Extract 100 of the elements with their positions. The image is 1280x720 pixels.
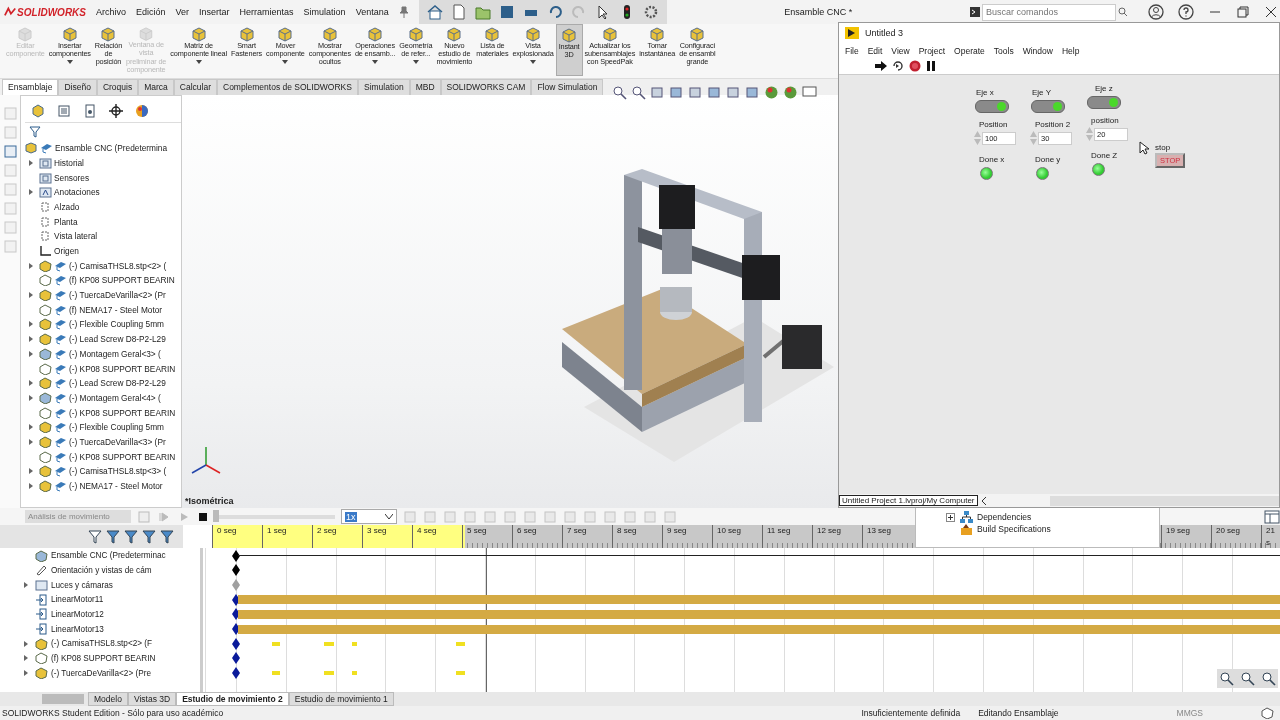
keyframe-icon[interactable]	[232, 564, 240, 577]
tree-item[interactable]: (-) Montagem Geral<3> (	[69, 348, 161, 359]
tree-item[interactable]: (-) KP08 SUPPORT BEARIN	[69, 407, 176, 418]
tree-item[interactable]: Planta	[54, 216, 78, 227]
zoom-fit-icon[interactable]	[612, 84, 627, 100]
expand-arrow-icon[interactable]	[29, 394, 33, 401]
layout-icon[interactable]	[1264, 509, 1280, 524]
caret-icon[interactable]	[372, 60, 379, 65]
pin-icon[interactable]	[398, 6, 409, 18]
filter-icon[interactable]	[29, 125, 43, 138]
tree-item[interactable]: (-) KP08 SUPPORT BEARIN	[69, 363, 176, 374]
motion-tree-item[interactable]: (-) TuercaDeVarilla<2> (Pre	[51, 668, 151, 678]
appearance-icon[interactable]	[764, 84, 779, 100]
study-tab[interactable]: Estudio de movimiento 1	[288, 692, 394, 706]
expand-arrow-icon[interactable]	[24, 582, 28, 588]
zoom-icon[interactable]	[1240, 671, 1255, 686]
menu-item[interactable]: Edit	[867, 45, 883, 56]
horizontal-scroll-bar[interactable]	[1049, 495, 1279, 506]
expand-arrow-icon[interactable]	[29, 336, 33, 343]
zoom-icon[interactable]	[1219, 671, 1234, 686]
expand-arrow-icon[interactable]	[29, 292, 33, 299]
expand-arrow-icon[interactable]	[29, 468, 33, 475]
menu-item[interactable]: Ver	[175, 7, 190, 17]
caret-icon[interactable]	[530, 60, 537, 65]
tree-item[interactable]: Origen	[54, 246, 79, 257]
filter-icon[interactable]	[88, 529, 102, 544]
restore-icon[interactable]	[1236, 5, 1250, 19]
study-tab[interactable]: Estudio de movimiento 2	[176, 692, 289, 706]
tree-item[interactable]: (-) CamisaTHSL8.stp<3> (	[69, 466, 167, 477]
study-tab[interactable]: Modelo	[88, 692, 128, 706]
caret-icon[interactable]	[195, 60, 202, 65]
keyframe-icon[interactable]	[232, 637, 240, 650]
keyframe-icon[interactable]	[232, 667, 240, 680]
menu-item[interactable]: Simulation	[303, 7, 346, 17]
tree-item[interactable]: Historial	[54, 157, 84, 168]
search-field[interactable]: Buscar comandos	[982, 3, 1116, 21]
home-icon[interactable]	[426, 4, 443, 20]
play-from-start-icon[interactable]	[157, 509, 171, 524]
zoom-area-icon[interactable]	[631, 84, 646, 100]
toggle-switch[interactable]	[1031, 100, 1065, 113]
menu-item[interactable]: Insertar	[199, 7, 230, 17]
expand-arrow-icon[interactable]	[29, 189, 33, 196]
menu-item[interactable]: Ventana	[355, 7, 389, 17]
expand-arrow-icon[interactable]	[24, 640, 28, 647]
stop-icon[interactable]	[197, 510, 209, 523]
motion-tree-item[interactable]: LinearMotor13	[51, 624, 104, 634]
close-icon[interactable]	[1264, 5, 1278, 19]
filter-icon[interactable]	[160, 529, 174, 544]
caret-icon[interactable]	[385, 514, 393, 520]
tree-item[interactable]: (f) KP08 SUPPORT BEARIN	[69, 275, 175, 286]
zoom-icon[interactable]	[1261, 671, 1276, 686]
menu-item[interactable]: File	[845, 45, 859, 56]
menu-item[interactable]: Herramientas	[239, 7, 294, 17]
motion-tree-item[interactable]: LinearMotor12	[51, 609, 104, 619]
caret-icon[interactable]	[412, 60, 419, 65]
pause-icon[interactable]	[926, 60, 936, 72]
run-continuously-icon[interactable]	[892, 60, 904, 72]
expand-box-icon[interactable]	[946, 512, 955, 522]
time-ruler[interactable]: 0 seg 1 seg 2 seg 3 seg 4 seg 5 seg 6 seg 7 seg 8 seg 9 seg 10 seg 11 seg 12 seg 13 seg	[212, 525, 915, 549]
study-tab[interactable]: Vistas 3D	[127, 692, 177, 706]
motion-tree-item[interactable]: (f) KP08 SUPPORT BEARIN	[51, 653, 156, 663]
motion-tree-item[interactable]: Luces y cámaras	[51, 580, 113, 590]
menu-item[interactable]: Help	[1061, 45, 1080, 56]
user-icon[interactable]	[1148, 4, 1164, 20]
scroll-left-icon[interactable]	[980, 496, 987, 505]
abort-icon[interactable]	[909, 60, 921, 72]
expand-arrow-icon[interactable]	[29, 321, 33, 328]
crosshair-icon[interactable]	[109, 103, 123, 118]
tree-item[interactable]: Sensores	[54, 172, 90, 183]
playback-speed-dropdown[interactable]: 1x	[341, 509, 397, 525]
tree-item[interactable]: (-) CamisaTHSL8.stp<2> (	[69, 260, 167, 271]
expand-arrow-icon[interactable]	[29, 262, 33, 269]
tree-item[interactable]: (-) NEMA17 - Steel Motor	[69, 481, 163, 492]
tree-item[interactable]: Alzado	[54, 202, 80, 212]
time-ruler[interactable]: 19 seg 20 seg 21 s	[1160, 525, 1280, 549]
motion-tree-item[interactable]: Orientación y vistas de cám	[51, 565, 152, 575]
toggle-switch[interactable]	[975, 100, 1009, 113]
keyframe-icon[interactable]	[232, 652, 240, 665]
keyframe-icon[interactable]	[232, 549, 240, 562]
menu-item[interactable]: Edición	[136, 7, 166, 17]
caret-icon[interactable]	[66, 60, 73, 65]
menu-item[interactable]: Archivo	[96, 7, 126, 17]
help-icon[interactable]	[1178, 4, 1194, 20]
menu-item[interactable]: Window	[1022, 45, 1053, 56]
expand-arrow-icon[interactable]	[24, 655, 28, 662]
tree-item[interactable]: Vista lateral	[54, 231, 98, 242]
menu-item[interactable]: View	[891, 45, 910, 56]
project-tree-item[interactable]: Build Specifications	[977, 524, 1051, 534]
tree-item[interactable]: (-) KP08 SUPPORT BEARIN	[69, 451, 176, 462]
filter-icon[interactable]	[124, 529, 138, 544]
tree-item[interactable]: (-) TuercaDeVarilla<3> (Pr	[69, 437, 166, 447]
new-document-icon[interactable]	[450, 4, 467, 20]
tree-item[interactable]: (f) NEMA17 - Steel Motor	[69, 304, 163, 315]
motion-tree-item[interactable]: LinearMotor11	[51, 595, 104, 605]
project-tree-item[interactable]: Dependencies	[977, 512, 1032, 522]
search-icon[interactable]	[1118, 7, 1128, 17]
tree-item[interactable]: (-) Lead Screw D8-P2-L29	[69, 378, 166, 389]
feature-tree-tab-icon[interactable]	[31, 103, 45, 118]
expand-arrow-icon[interactable]	[29, 159, 33, 166]
expand-arrow-icon[interactable]	[29, 350, 33, 357]
